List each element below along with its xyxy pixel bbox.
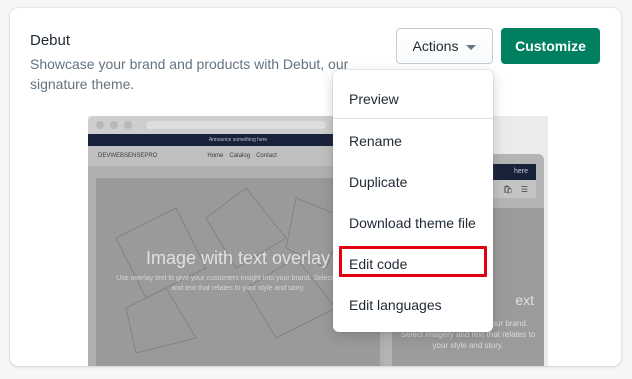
caret-down-icon [466,44,477,50]
nav-link: Home [207,153,224,159]
window-dot [124,121,132,129]
edit-code-highlight-box [339,246,487,277]
theme-description: Showcase your brand and products with De… [30,56,349,92]
menu-item-rename[interactable]: Rename [333,122,493,160]
theme-name: Debut [30,32,71,49]
hero-text: Use overlay text to give your customers … [116,275,360,292]
window-dot [96,121,104,129]
nav-links: Home Catalog Contact [207,153,276,159]
menu-item-duplicate[interactable]: Duplicate [333,163,493,201]
actions-dropdown-menu: Preview Rename Duplicate Download theme … [333,70,493,332]
actions-button-label: Actions [412,38,459,54]
store-name: DEVWEBSENSEPRO [98,153,158,159]
menu-item-download-theme-file[interactable]: Download theme file [333,204,493,242]
customize-button[interactable]: Customize [501,28,600,64]
menu-divider [333,118,493,119]
mobile-hero-title: ext [515,292,534,308]
cart-icon: 🛍 [502,184,513,194]
nav-link: Catalog [229,153,251,159]
menu-item-preview[interactable]: Preview [333,80,493,118]
theme-card: Debut Showcase your brand and products w… [10,8,621,366]
url-bar [146,121,326,129]
menu-icon: ☰ [520,184,528,194]
nav-link: Contact [256,153,277,159]
menu-item-edit-languages[interactable]: Edit languages [333,286,493,324]
window-dot [110,121,118,129]
actions-button[interactable]: Actions [396,28,493,64]
